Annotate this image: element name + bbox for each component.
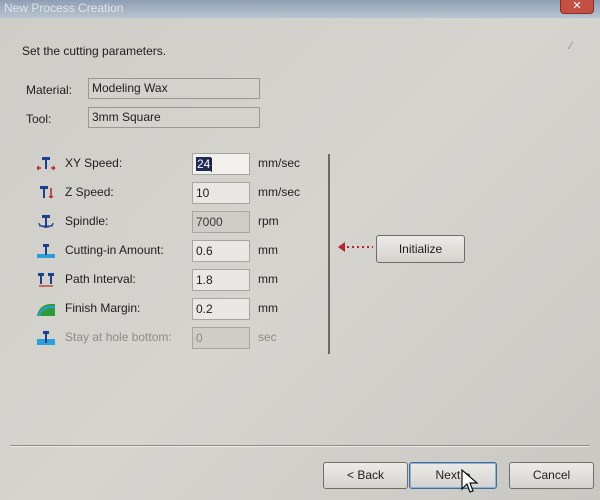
finish-margin-unit: mm xyxy=(258,301,278,315)
path-interval-row: Path Interval: 1.8 mm xyxy=(36,269,326,291)
xy-speed-unit: mm/sec xyxy=(258,156,300,170)
next-button[interactable]: Next > xyxy=(409,462,497,489)
cancel-button[interactable]: Cancel xyxy=(509,462,594,489)
cutting-in-icon xyxy=(37,244,55,258)
back-button[interactable]: < Back xyxy=(323,462,408,489)
cutting-in-label: Cutting-in Amount: xyxy=(65,243,164,257)
stay-hole-unit: sec xyxy=(258,330,277,344)
stay-hole-row: Stay at hole bottom: 0 sec xyxy=(36,327,326,349)
path-interval-unit: mm xyxy=(258,272,278,286)
spindle-row: Spindle: 7000 rpm xyxy=(36,211,326,233)
xy-speed-icon xyxy=(36,157,56,171)
cutting-in-input[interactable]: 0.6 xyxy=(192,240,250,262)
tool-field: 3mm Square xyxy=(88,107,260,128)
finish-margin-icon xyxy=(37,304,55,317)
dialog: Set the cutting parameters. ⁄ Material: … xyxy=(0,18,600,500)
window-title: New Process Creation xyxy=(4,1,124,15)
cutting-in-row: Cutting-in Amount: 0.6 mm xyxy=(36,240,326,262)
finish-margin-label: Finish Margin: xyxy=(65,301,141,315)
initialize-button[interactable]: Initialize xyxy=(376,235,465,263)
z-speed-input[interactable]: 10 xyxy=(192,182,250,204)
spindle-icon xyxy=(38,215,54,228)
mouse-cursor-icon xyxy=(461,469,479,493)
resize-grip-icon: ⁄ xyxy=(570,40,572,52)
close-icon[interactable]: ✕ xyxy=(560,0,594,14)
path-interval-label: Path Interval: xyxy=(65,272,136,286)
tool-label: Tool: xyxy=(26,112,52,126)
spindle-unit: rpm xyxy=(258,214,279,228)
stay-hole-input[interactable]: 0 xyxy=(192,327,250,349)
xy-speed-value: 24 xyxy=(196,157,212,171)
xy-speed-label: XY Speed: xyxy=(65,156,123,170)
path-interval-input[interactable]: 1.8 xyxy=(192,269,250,291)
stay-hole-icon xyxy=(37,331,55,345)
z-speed-icon xyxy=(40,186,54,199)
stay-hole-label: Stay at hole bottom: xyxy=(65,330,172,344)
finish-margin-input[interactable]: 0.2 xyxy=(192,298,250,320)
title-bar: New Process Creation ✕ xyxy=(0,0,600,18)
z-speed-label: Z Speed: xyxy=(65,185,114,199)
text-caret xyxy=(211,157,213,172)
instruction-text: Set the cutting parameters. xyxy=(22,44,167,58)
z-speed-row: Z Speed: 10 mm/sec xyxy=(36,182,326,204)
z-speed-unit: mm/sec xyxy=(258,185,300,199)
cutting-in-unit: mm xyxy=(258,243,278,257)
arrow-left-icon xyxy=(338,242,373,252)
xy-speed-row: XY Speed: 24 mm/sec xyxy=(36,153,326,175)
path-interval-icon xyxy=(38,273,54,287)
finish-margin-row: Finish Margin: 0.2 mm xyxy=(36,298,326,320)
footer-divider xyxy=(10,445,590,447)
xy-speed-input[interactable]: 24 xyxy=(192,153,250,175)
spindle-input[interactable]: 7000 xyxy=(192,211,250,233)
material-label: Material: xyxy=(26,83,73,97)
material-field: Modeling Wax xyxy=(88,78,260,99)
vertical-divider xyxy=(328,154,330,354)
spindle-label: Spindle: xyxy=(65,214,109,228)
